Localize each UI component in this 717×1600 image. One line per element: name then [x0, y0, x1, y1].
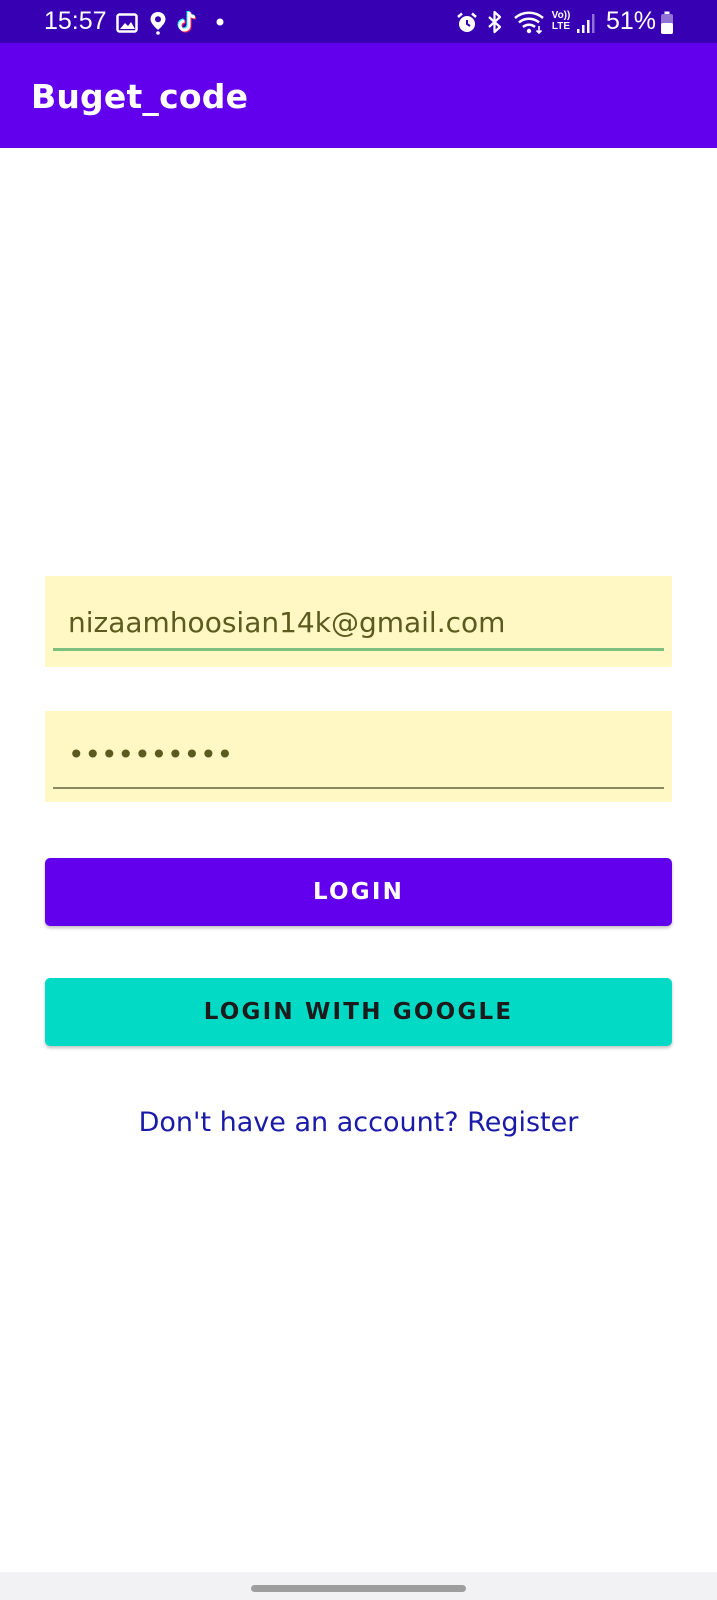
volte-label: Vo)) LTE: [551, 10, 571, 32]
password-value: ••••••••••: [68, 738, 234, 771]
login-with-google-button[interactable]: LOGIN WITH GOOGLE: [45, 978, 672, 1046]
login-button[interactable]: LOGIN: [45, 858, 672, 926]
bluetooth-icon: [488, 10, 502, 34]
app-bar: Buget_code: [0, 43, 717, 148]
password-underline: [53, 787, 664, 789]
alarm-icon: [457, 12, 477, 32]
tiktok-icon: [177, 10, 197, 33]
signal-icon: [577, 14, 595, 33]
status-bar: 15:57 Vo)) LTE 51%: [0, 0, 717, 43]
navigation-bar: [0, 1572, 717, 1600]
battery-icon: [661, 11, 673, 34]
app-title: Buget_code: [31, 77, 249, 116]
home-gesture-handle[interactable]: [251, 1585, 466, 1592]
email-field[interactable]: nizaamhoosian14k@gmail.com: [45, 576, 672, 667]
email-value: nizaamhoosian14k@gmail.com: [68, 606, 506, 639]
google-button-label: LOGIN WITH GOOGLE: [203, 999, 514, 1025]
wifi-icon: [514, 11, 544, 34]
password-field[interactable]: ••••••••••: [45, 711, 672, 802]
register-link[interactable]: Don't have an account? Register: [0, 1107, 717, 1138]
gallery-icon: [116, 13, 138, 33]
volte-icon: Vo)) LTE: [549, 10, 573, 36]
login-screen: 15:57 Vo)) LTE 51% Buget_code nizaamhoos…: [0, 0, 717, 1600]
notification-dot-icon: [216, 18, 224, 26]
battery-percent: 51%: [606, 7, 657, 35]
login-button-label: LOGIN: [312, 879, 405, 905]
email-underline: [53, 648, 664, 651]
location-pin-icon: [150, 12, 166, 35]
status-time: 15:57: [44, 7, 107, 35]
